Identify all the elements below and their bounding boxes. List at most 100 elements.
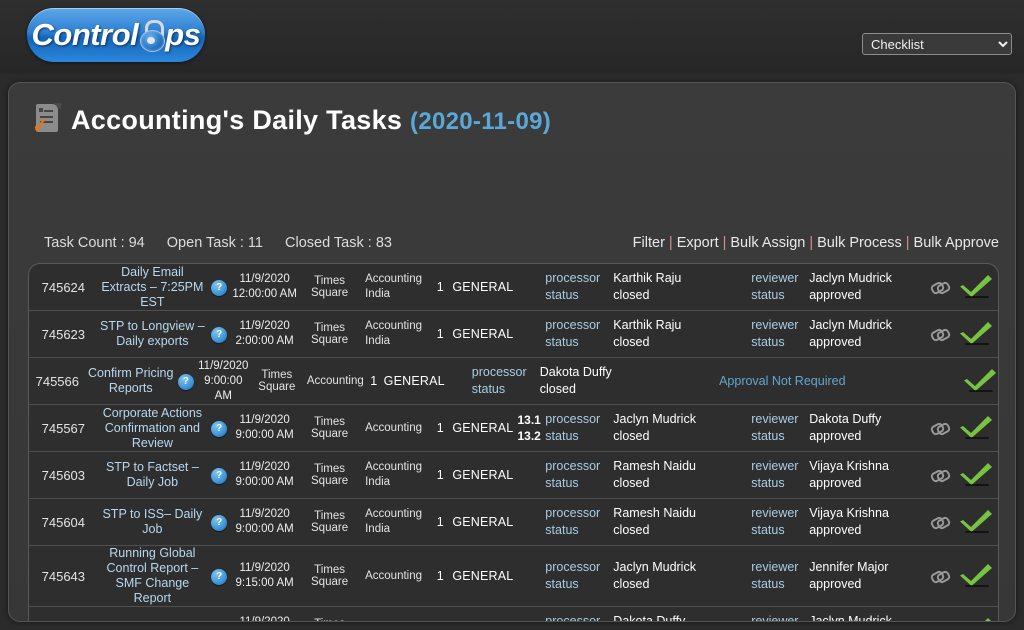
task-department: Accounting — [306, 374, 364, 387]
bulk-approve-link[interactable]: Bulk Approve — [914, 235, 999, 251]
task-id[interactable]: 745567 — [29, 421, 98, 436]
reviewer-cell: reviewerJaclyn Mudrickstatusapproved — [751, 317, 927, 351]
approve-cell — [961, 367, 998, 396]
task-due: 11/9/2020 9:00:00 AM — [198, 359, 249, 402]
task-number: 1 — [436, 515, 444, 529]
link-cell — [928, 514, 954, 531]
help-cell: ? — [207, 326, 231, 343]
help-icon[interactable]: ? — [211, 420, 228, 437]
table-row[interactable]: 745643 Running Global Control Report – SM… — [29, 546, 998, 607]
attachment-link-icon[interactable] — [929, 514, 953, 530]
task-number: 1 — [436, 569, 444, 583]
processor-name: Karthik Raju — [613, 318, 682, 332]
task-name[interactable]: STP to Factset – Daily Job — [98, 460, 207, 490]
task-type: GENERAL — [452, 468, 514, 482]
action-links: Filter | Export | Bulk Assign | Bulk Process | B… — [633, 235, 999, 251]
export-link[interactable]: Export — [677, 235, 719, 251]
approved-check-icon[interactable] — [959, 508, 993, 534]
processor-cell: processorDakota Duffystatusclosed — [545, 613, 751, 621]
approve-cell — [953, 414, 998, 443]
processor-cell: processor Karthik Raju status closed — [545, 317, 751, 351]
reviewer-cell: reviewer Dakota Duffy status approved — [751, 411, 927, 445]
mode-select[interactable]: Checklist — [862, 33, 1012, 55]
task-department: Accounting India — [365, 508, 423, 535]
processor-label: processor — [545, 412, 601, 426]
approve-cell — [953, 508, 998, 537]
help-cell: ? — [176, 373, 196, 390]
filter-link[interactable]: Filter — [633, 235, 665, 251]
attachment-link-icon[interactable] — [929, 279, 953, 295]
table-row[interactable]: 745567 Corporate Actions Confirmation and… — [29, 405, 998, 452]
processor-status-value: closed — [613, 523, 650, 537]
task-number: 1 — [370, 374, 378, 388]
approved-check-icon[interactable] — [959, 273, 993, 299]
processor-cell: processor Ramesh Naidu status closed — [545, 505, 751, 539]
help-cell: ? — [207, 467, 231, 484]
task-location: Times Square — [298, 618, 361, 621]
bulk-assign-link[interactable]: Bulk Assign — [730, 235, 805, 251]
closed-task-count: Closed Task : 83 — [285, 235, 392, 251]
approved-check-icon[interactable] — [959, 616, 993, 621]
app-logo[interactable]: Control ps — [27, 8, 205, 62]
bulk-process-link[interactable]: Bulk Process — [817, 235, 902, 251]
help-icon[interactable]: ? — [211, 467, 228, 484]
reviewer-name: Vijaya Krishna — [809, 459, 889, 473]
reviewer-label: reviewer — [751, 318, 799, 332]
help-cell: ? — [207, 622, 231, 623]
processor-name: Jaclyn Mudrick — [613, 412, 696, 426]
task-name[interactable]: Confirm Pricing Reports — [86, 366, 176, 396]
approve-cell — [953, 273, 998, 302]
table-row[interactable]: 745603 STP to Factset – Daily Job? 11/9/20… — [29, 452, 998, 499]
processor-status-value: closed — [613, 335, 650, 349]
attachment-link-icon[interactable] — [929, 420, 953, 436]
processor-status-value: closed — [613, 429, 650, 443]
table-row[interactable]: 745566 Confirm Pricing Reports? 11/9/2020 9… — [29, 358, 998, 405]
approved-check-icon[interactable] — [959, 562, 993, 588]
task-id[interactable]: 745624 — [29, 280, 98, 295]
processor-name: Jaclyn Mudrick — [613, 560, 696, 574]
attachment-link-icon[interactable] — [929, 326, 953, 342]
table-row[interactable]: 745735Daily Performance?11/9/202010:00:0… — [29, 607, 998, 623]
help-icon[interactable]: ? — [211, 568, 228, 585]
task-location: Times Square — [311, 275, 349, 299]
reviewer-name: Jaclyn Mudrick — [809, 318, 892, 332]
task-id[interactable]: 745604 — [29, 515, 98, 530]
attachment-link-icon[interactable] — [929, 568, 953, 584]
task-name[interactable]: Daily Email Extracts – 7:25PM EST — [98, 265, 207, 310]
approved-check-icon[interactable] — [963, 367, 997, 393]
task-type: GENERAL — [383, 374, 445, 388]
help-icon[interactable]: ? — [211, 326, 228, 343]
page-title: Accounting's Daily Tasks (2020-11-09) — [71, 105, 551, 136]
task-name[interactable]: Corporate Actions Confirmation and Revie… — [98, 406, 207, 451]
action-separator: | — [809, 235, 814, 251]
help-icon[interactable]: ? — [211, 279, 228, 296]
task-id[interactable]: 745623 — [29, 327, 98, 342]
help-cell: ? — [207, 420, 231, 437]
table-row[interactable]: 745624 Daily Email Extracts – 7:25PM EST?… — [29, 264, 998, 311]
approved-check-icon[interactable] — [959, 320, 993, 346]
task-id[interactable]: 745566 — [29, 374, 86, 389]
table-row[interactable]: 745623 STP to Longview – Daily exports? 11… — [29, 311, 998, 358]
processor-status-value: closed — [613, 288, 650, 302]
help-icon[interactable]: ? — [211, 514, 228, 531]
approved-check-icon[interactable] — [959, 414, 993, 440]
reviewer-cell: reviewerJaclyn Mudrickstatusapproved — [751, 613, 927, 622]
task-name[interactable]: STP to ISS– Daily Job — [98, 507, 207, 537]
task-id[interactable]: 745643 — [29, 569, 98, 584]
reviewer-label: reviewer — [751, 614, 799, 622]
processor-cell: processor Karthik Raju status closed — [545, 270, 751, 304]
processor-label: processor — [545, 459, 601, 473]
processor-name: Karthik Raju — [613, 271, 682, 285]
processor-name: Dakota Duffy — [539, 365, 612, 379]
help-icon[interactable]: ? — [177, 373, 194, 390]
reviewer-status-label: status — [751, 476, 785, 490]
task-name[interactable]: Running Global Control Report – SMF Chan… — [98, 546, 207, 606]
task-id[interactable]: 745603 — [29, 468, 98, 483]
table-row[interactable]: 745604 STP to ISS– Daily Job? 11/9/2020 9:0… — [29, 499, 998, 546]
task-department: Accounting — [365, 569, 423, 582]
task-subrefs: 13.1 13.2 — [517, 413, 541, 443]
processor-label: processor — [545, 271, 601, 285]
attachment-link-icon[interactable] — [929, 467, 953, 483]
approved-check-icon[interactable] — [959, 461, 993, 487]
task-name[interactable]: STP to Longview – Daily exports — [98, 319, 207, 349]
